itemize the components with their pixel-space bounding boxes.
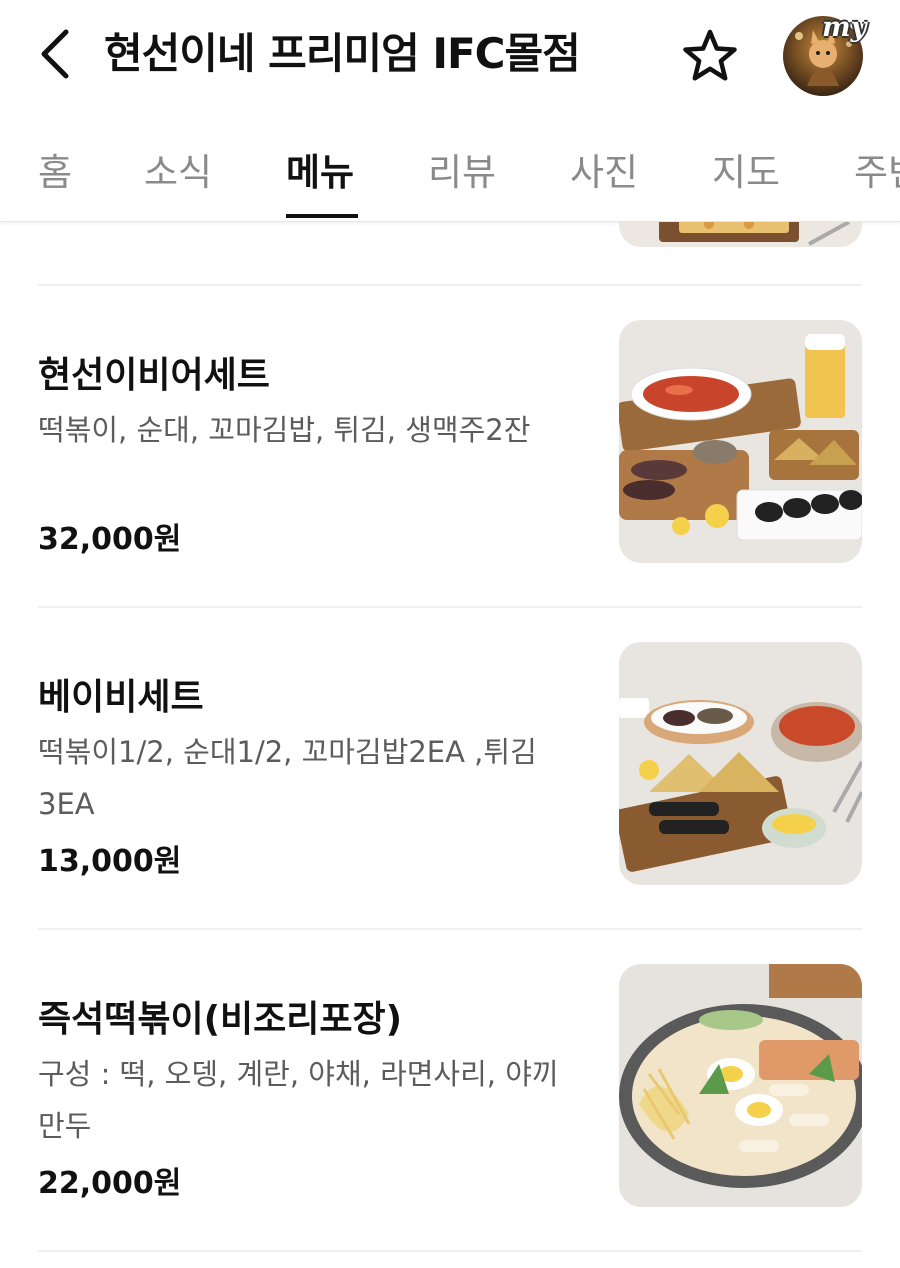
active-tab-indicator [286, 214, 358, 218]
chevron-left-icon [41, 29, 69, 79]
tab-map[interactable]: 지도 [712, 142, 780, 196]
tab-nearby[interactable]: 주변 [854, 142, 900, 196]
tab-menu[interactable]: 메뉴 [286, 142, 354, 196]
menu-item-image[interactable] [619, 642, 862, 885]
menu-item-name: 현선이비어세트 [38, 355, 270, 396]
menu-item-image[interactable] [619, 964, 862, 1207]
menu-item-price: 32,000원 [38, 522, 182, 557]
menu-item-description: 구성 : 떡, 오뎅, 계란, 야채, 라면사리, 야끼만두 [38, 1057, 559, 1143]
menu-item[interactable]: 즉석떡볶이(비조리포장) 구성 : 떡, 오뎅, 계란, 야채, 라면사리, 야… [0, 964, 900, 1268]
menu-item-name: 즉석떡볶이(비조리포장) [38, 999, 403, 1040]
menu-item[interactable]: 현선이비어세트 떡볶이, 순대, 꼬마김밥, 튀김, 생맥주2잔 32,000원 [0, 320, 900, 626]
menu-item[interactable]: 베이비세트 떡볶이1/2, 순대1/2, 꼬마김밥2EA ,튀김 3EA 13,… [0, 642, 900, 948]
menu-item-description: 떡볶이, 순대, 꼬마김밥, 튀김, 생맥주2잔 [38, 413, 531, 447]
menu-item-name: 베이비세트 [38, 677, 204, 718]
page-title: 현선이네 프리미엄 IFC몰점 [104, 29, 581, 78]
divider [38, 606, 862, 608]
tab-photos[interactable]: 사진 [570, 142, 638, 196]
star-outline-icon [683, 29, 737, 81]
menu-list: 현선이비어세트 떡볶이, 순대, 꼬마김밥, 튀김, 생맥주2잔 32,000원 [0, 222, 900, 1268]
divider [38, 1250, 862, 1252]
divider [38, 284, 862, 286]
app-header: 현선이네 프리미엄 IFC몰점 my [0, 0, 900, 112]
tab-news[interactable]: 소식 [144, 142, 212, 196]
menu-item-price: 13,000원 [38, 844, 182, 879]
favorite-button[interactable] [680, 28, 740, 84]
avatar-badge: my [822, 12, 867, 43]
menu-item-image[interactable] [619, 320, 862, 563]
menu-item-description: 떡볶이1/2, 순대1/2, 꼬마김밥2EA ,튀김 3EA [38, 735, 537, 821]
tab-reviews[interactable]: 리뷰 [428, 142, 496, 196]
back-button[interactable] [30, 24, 80, 84]
menu-item-image-previous[interactable] [619, 222, 862, 247]
tab-bar: 홈 소식 메뉴 리뷰 사진 지도 주변 [0, 112, 900, 222]
tab-home[interactable]: 홈 [38, 142, 72, 196]
divider [38, 928, 862, 930]
menu-item-price: 22,000원 [38, 1166, 182, 1201]
